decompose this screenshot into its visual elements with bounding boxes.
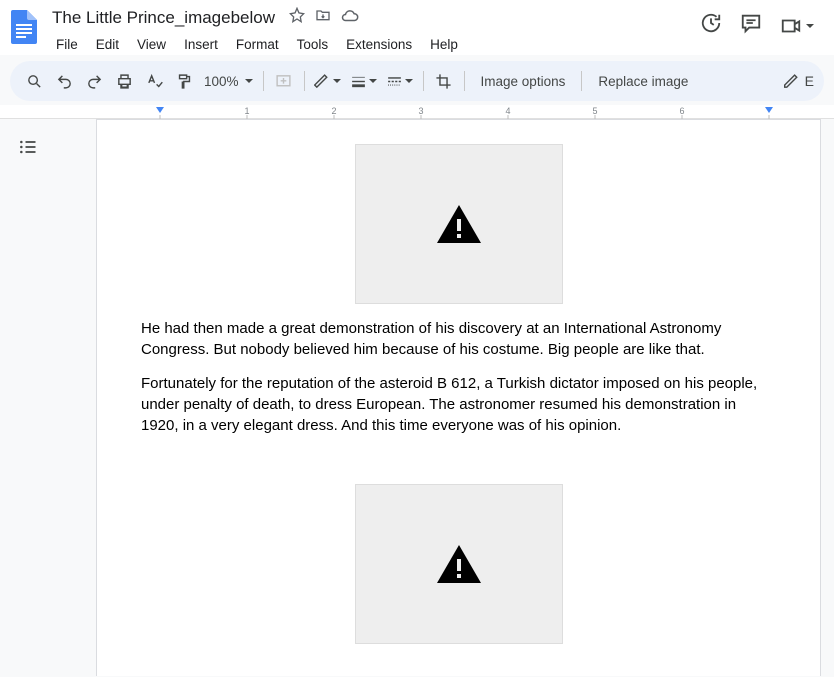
- pencil-icon: [784, 73, 801, 90]
- ruler-marks: 1 2 3 4 5 6: [0, 105, 834, 119]
- svg-text:5: 5: [592, 106, 597, 116]
- embedded-image-2[interactable]: [355, 484, 563, 644]
- star-icon[interactable]: [289, 7, 305, 30]
- separator: [304, 71, 305, 91]
- editing-mode-button[interactable]: E: [784, 73, 814, 90]
- document-page[interactable]: He had then made a great demonstration o…: [96, 119, 821, 676]
- image-options-button[interactable]: Image options: [471, 67, 576, 95]
- chevron-down-icon: [806, 24, 814, 28]
- menu-edit[interactable]: Edit: [88, 34, 127, 55]
- menu-view[interactable]: View: [129, 34, 174, 55]
- paragraph-1[interactable]: He had then made a great demonstration o…: [141, 318, 776, 361]
- menu-bar: File Edit View Insert Format Tools Exten…: [48, 34, 700, 55]
- crop-icon[interactable]: [430, 67, 458, 95]
- header-right: [700, 6, 834, 39]
- svg-text:2: 2: [331, 106, 336, 116]
- warning-icon: [435, 543, 483, 585]
- menu-help[interactable]: Help: [422, 34, 466, 55]
- paragraph-2[interactable]: Fortunately for the reputation of the as…: [141, 373, 776, 437]
- title-area: The Little Prince_imagebelow File Edit V…: [48, 6, 700, 55]
- svg-text:6: 6: [679, 106, 684, 116]
- menu-insert[interactable]: Insert: [176, 34, 226, 55]
- docs-logo-box[interactable]: [0, 6, 48, 44]
- app-header: The Little Prince_imagebelow File Edit V…: [0, 0, 834, 55]
- title-row: The Little Prince_imagebelow: [48, 6, 700, 30]
- zoom-select[interactable]: 100%: [200, 74, 257, 89]
- separator: [581, 71, 582, 91]
- chevron-down-icon: [333, 79, 341, 83]
- docs-logo-icon: [11, 10, 37, 44]
- menu-tools[interactable]: Tools: [289, 34, 337, 55]
- outline-toggle-icon[interactable]: [18, 137, 38, 676]
- toolbar-right: E: [784, 73, 814, 90]
- separator: [263, 71, 264, 91]
- chevron-down-icon: [369, 79, 377, 83]
- workspace: He had then made a great demonstration o…: [0, 119, 834, 676]
- toolbar: 100% Image options Replace image E: [10, 61, 824, 101]
- comments-icon[interactable]: [740, 12, 762, 39]
- menu-file[interactable]: File: [48, 34, 86, 55]
- undo-icon[interactable]: [50, 67, 78, 95]
- svg-text:4: 4: [505, 106, 510, 116]
- border-color-icon[interactable]: [311, 67, 345, 95]
- add-comment-icon[interactable]: [270, 67, 298, 95]
- zoom-value: 100%: [204, 74, 239, 89]
- menu-format[interactable]: Format: [228, 34, 287, 55]
- title-icons: [289, 7, 359, 30]
- history-icon[interactable]: [700, 12, 722, 39]
- meet-icon[interactable]: [780, 15, 814, 37]
- svg-text:3: 3: [418, 106, 423, 116]
- search-icon[interactable]: [20, 67, 48, 95]
- separator: [423, 71, 424, 91]
- outline-panel: [0, 119, 56, 676]
- print-icon[interactable]: [110, 67, 138, 95]
- border-dash-icon[interactable]: [383, 67, 417, 95]
- spellcheck-icon[interactable]: [140, 67, 168, 95]
- menu-extensions[interactable]: Extensions: [338, 34, 420, 55]
- border-weight-icon[interactable]: [347, 67, 381, 95]
- chevron-down-icon: [405, 79, 413, 83]
- redo-icon[interactable]: [80, 67, 108, 95]
- warning-icon: [435, 203, 483, 245]
- horizontal-ruler[interactable]: 1 2 3 4 5 6: [0, 105, 834, 119]
- move-folder-icon[interactable]: [315, 7, 331, 30]
- editing-letter: E: [805, 73, 814, 89]
- paint-format-icon[interactable]: [170, 67, 198, 95]
- svg-text:1: 1: [244, 106, 249, 116]
- separator: [464, 71, 465, 91]
- document-title[interactable]: The Little Prince_imagebelow: [48, 7, 279, 29]
- cloud-status-icon[interactable]: [341, 7, 359, 30]
- page-area[interactable]: He had then made a great demonstration o…: [56, 119, 834, 676]
- embedded-image-1[interactable]: [355, 144, 563, 304]
- chevron-down-icon: [245, 79, 253, 83]
- replace-image-button[interactable]: Replace image: [588, 67, 698, 95]
